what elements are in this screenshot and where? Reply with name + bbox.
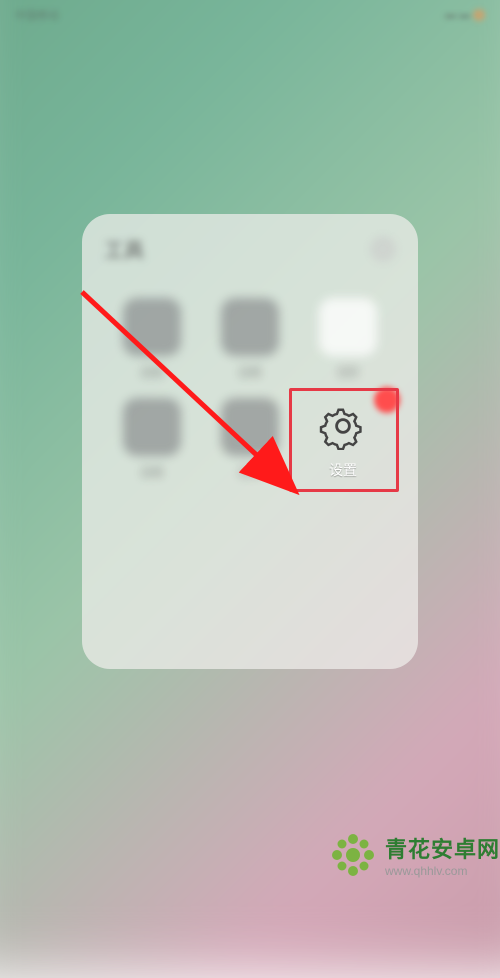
- folder-header: 工具: [104, 234, 396, 263]
- carrier-text: 中国移动: [15, 7, 59, 23]
- app-label: 应用: [141, 464, 163, 480]
- calendar-icon: [319, 298, 377, 356]
- watermark-text: 青花安卓网 www.qhhlv.com: [385, 832, 500, 878]
- watermark-url: www.qhhlv.com: [385, 864, 467, 878]
- status-icons: ▬ ▬: [445, 9, 470, 21]
- app-item[interactable]: 应用: [206, 398, 294, 480]
- app-label: 应用: [239, 364, 261, 380]
- folder-options-icon[interactable]: [370, 236, 396, 262]
- app-icon: [123, 398, 181, 456]
- app-item[interactable]: 日历: [304, 298, 392, 380]
- app-item[interactable]: 应用: [108, 398, 196, 480]
- app-icon: [123, 298, 181, 356]
- app-item[interactable]: 应用: [206, 298, 294, 380]
- app-item[interactable]: 应用: [108, 298, 196, 380]
- watermark-logo-icon: [329, 831, 377, 879]
- highlight-box: [289, 388, 399, 492]
- app-icon: [221, 398, 279, 456]
- status-left: 中国移动: [15, 7, 59, 23]
- app-label: 应用: [141, 364, 163, 380]
- folder-title: 工具: [104, 234, 144, 263]
- app-label: 应用: [239, 464, 261, 480]
- app-label: 日历: [337, 364, 359, 380]
- status-circle-icon: [473, 9, 485, 21]
- watermark: 青花安卓网 www.qhhlv.com: [329, 831, 500, 879]
- status-bar: 中国移动 ▬ ▬: [0, 0, 500, 30]
- app-icon: [221, 298, 279, 356]
- status-right: ▬ ▬: [445, 9, 485, 21]
- watermark-brand: 青花安卓网: [385, 832, 500, 864]
